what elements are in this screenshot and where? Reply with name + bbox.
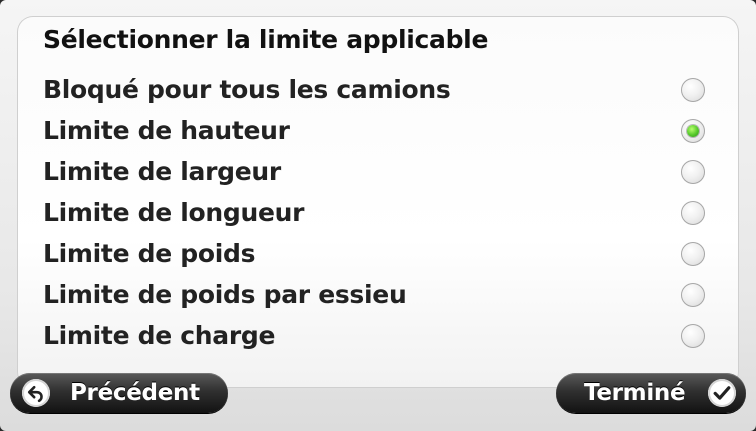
option-row-height-limit[interactable]: Limite de hauteur xyxy=(0,110,756,151)
radio-button[interactable] xyxy=(681,160,705,184)
back-button[interactable]: Précédent xyxy=(10,373,228,413)
option-row-weight-limit[interactable]: Limite de poids xyxy=(0,233,756,274)
option-row-axle-weight-limit[interactable]: Limite de poids par essieu xyxy=(0,274,756,315)
option-row-blocked-all-trucks[interactable]: Bloqué pour tous les camions xyxy=(0,69,756,110)
option-label: Bloqué pour tous les camions xyxy=(43,75,451,104)
option-label: Limite de hauteur xyxy=(43,116,290,145)
page-title: Sélectionner la limite applicable xyxy=(43,25,489,54)
radio-button[interactable] xyxy=(681,242,705,266)
radio-button[interactable] xyxy=(681,78,705,102)
option-row-length-limit[interactable]: Limite de longueur xyxy=(0,192,756,233)
radio-button[interactable] xyxy=(681,283,705,307)
option-row-load-limit[interactable]: Limite de charge xyxy=(0,315,756,356)
limit-options-list: Bloqué pour tous les camions Limite de h… xyxy=(0,69,756,356)
option-label: Limite de largeur xyxy=(43,157,281,186)
back-arrow-icon xyxy=(22,379,50,407)
back-button-label: Précédent xyxy=(70,380,200,406)
radio-button[interactable] xyxy=(681,324,705,348)
done-button-label: Terminé xyxy=(584,380,686,406)
radio-button[interactable] xyxy=(681,201,705,225)
option-row-width-limit[interactable]: Limite de largeur xyxy=(0,151,756,192)
option-label: Limite de poids par essieu xyxy=(43,280,407,309)
checkmark-icon xyxy=(708,379,736,407)
screen: Sélectionner la limite applicable Bloqué… xyxy=(0,0,756,431)
done-button[interactable]: Terminé xyxy=(556,373,746,413)
radio-button-selected[interactable] xyxy=(681,119,705,143)
option-label: Limite de longueur xyxy=(43,198,305,227)
option-label: Limite de poids xyxy=(43,239,256,268)
option-label: Limite de charge xyxy=(43,321,276,350)
